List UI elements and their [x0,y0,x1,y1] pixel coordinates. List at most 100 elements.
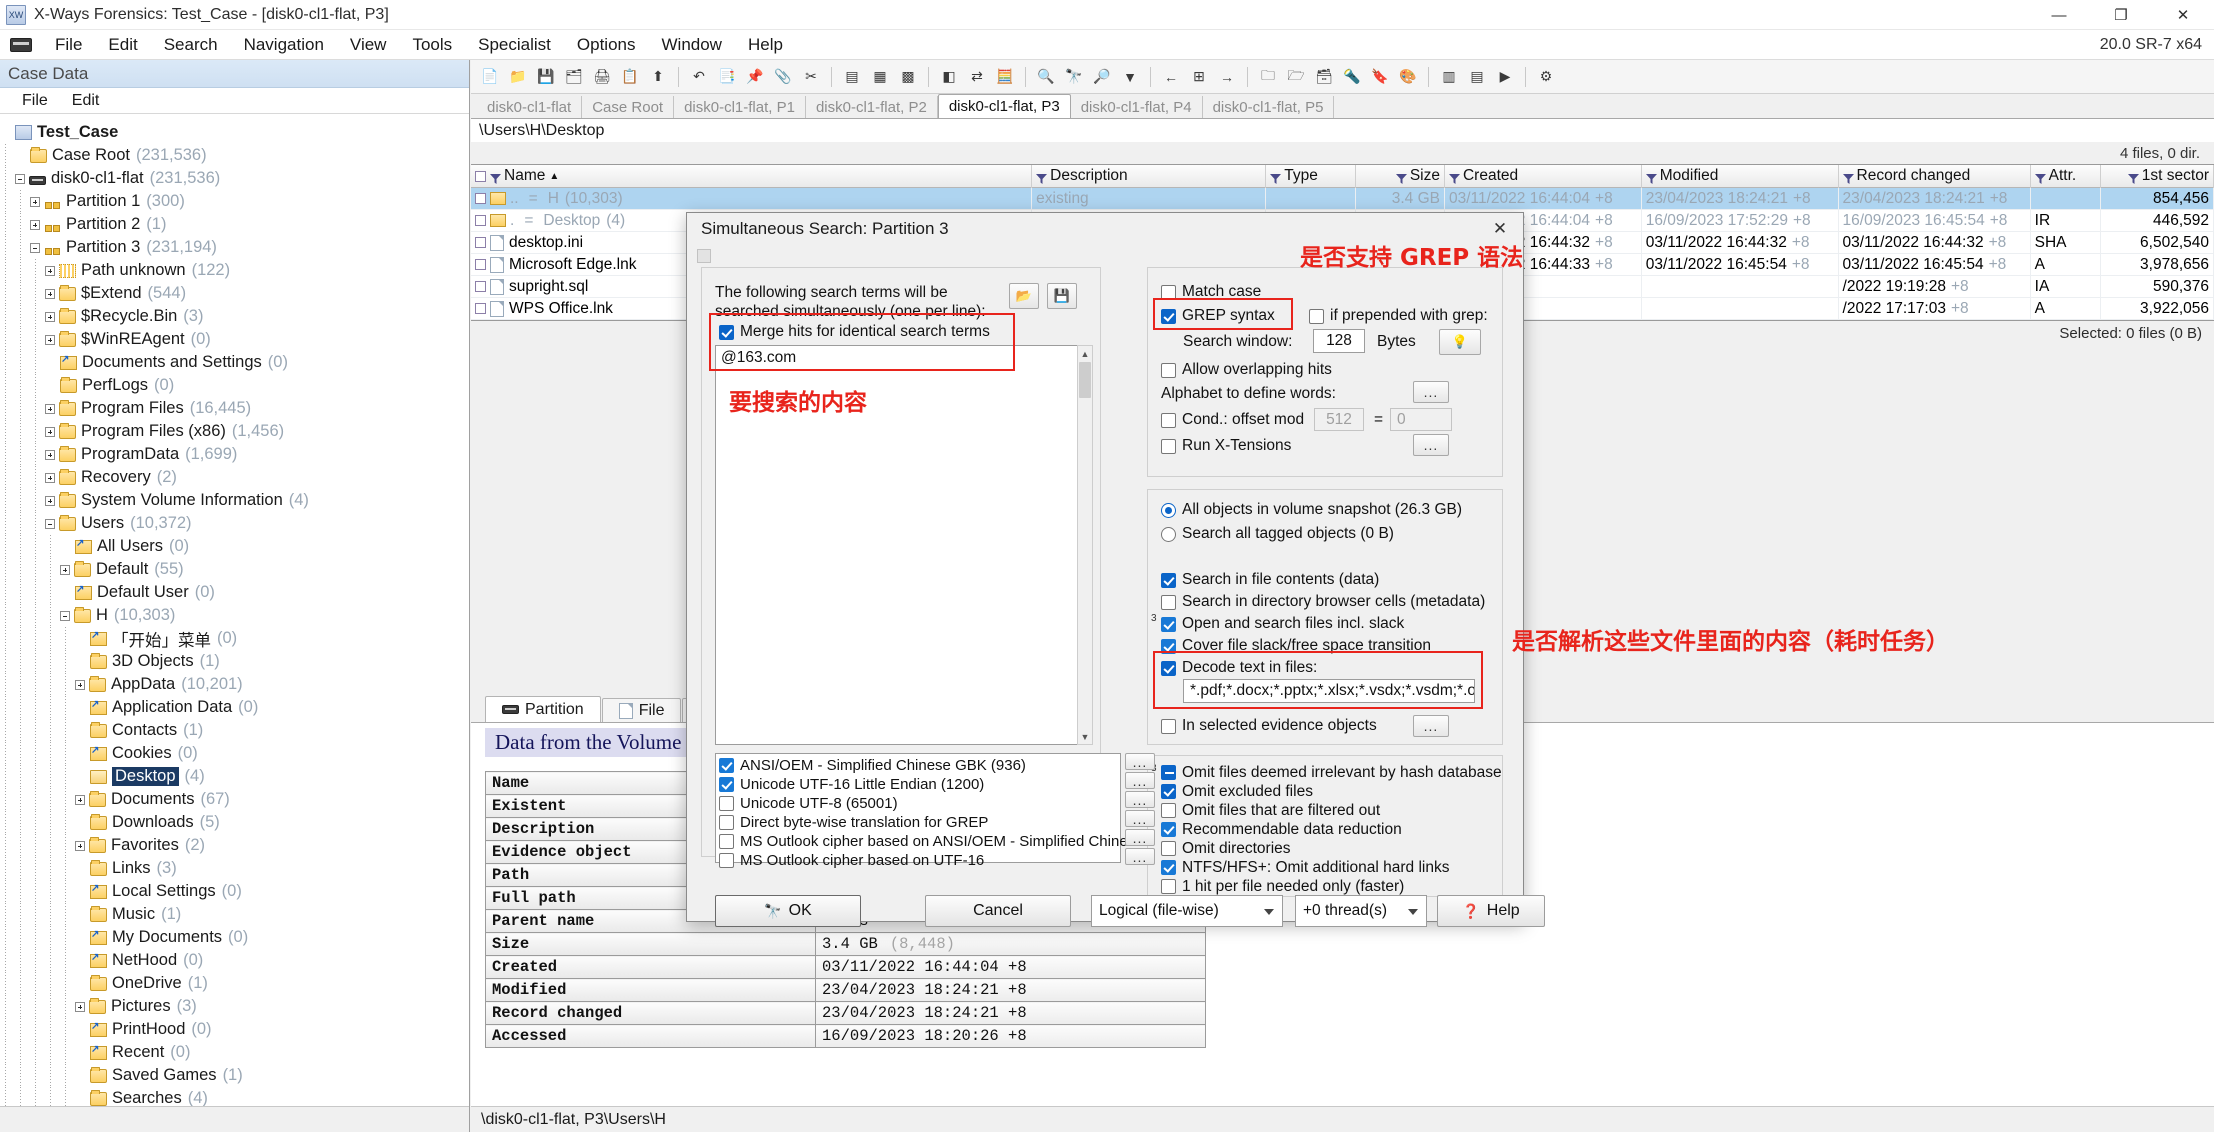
tree-expand-icon[interactable] [75,679,85,690]
evidence-tabs[interactable]: disk0-cl1-flat Case Root disk0-cl1-flat, P… [471,94,2214,118]
menu-item-navigation[interactable]: Navigation [231,32,337,58]
back-icon[interactable]: ← [1158,64,1184,90]
scrollbar-thumb[interactable] [1079,362,1091,398]
tree-expand-icon[interactable] [45,495,55,506]
tree-item-test-case[interactable]: Test_Case [0,121,469,144]
new-file-icon[interactable]: 📄 [477,64,503,90]
tree-item-desktop[interactable]: Desktop (4) [0,765,469,788]
tree-item-3d-objects[interactable]: 3D Objects (1) [0,650,469,673]
tree-item-my-documents[interactable]: My Documents (0) [0,926,469,949]
menu-item-help[interactable]: Help [735,32,796,58]
evidence-tab-disk0-cl1-flat-p2[interactable]: disk0-cl1-flat, P2 [805,96,938,118]
codepage-ms-outlook-utf16-checkbox[interactable]: MS Outlook cipher based on UTF-16 [719,851,1120,870]
tab-file[interactable]: File [601,698,682,722]
in-selected-evidence-checkbox[interactable]: In selected evidence objects [1161,717,1377,735]
grid-icon[interactable]: ▥ [1436,64,1462,90]
row-checkbox[interactable] [475,215,486,226]
row-checkbox[interactable] [475,193,486,204]
tree-expand-icon[interactable] [45,449,55,460]
tree-item-default[interactable]: Default (55) [0,558,469,581]
merge-hits-checkbox[interactable]: Merge hits for identical search terms [719,323,990,341]
column-header-record-changed[interactable]: Record changed [1839,164,2031,188]
tree-item-program-files-x86[interactable]: Program Files (x86) (1,456) [0,420,469,443]
tree-item-perflogs[interactable]: PerfLogs (0) [0,374,469,397]
tree-item-saved-games[interactable]: Saved Games (1) [0,1064,469,1087]
menu-item-tools[interactable]: Tools [399,32,465,58]
column-header-type[interactable]: Type [1266,164,1356,188]
columns-icon[interactable]: ▤ [1464,64,1490,90]
tree-item-recent[interactable]: Recent (0) [0,1041,469,1064]
grep-syntax-checkbox[interactable]: GREP syntax [1161,307,1275,325]
tree-collapse-icon[interactable] [60,610,70,621]
tree-item-pictures[interactable]: Pictures (3) [0,995,469,1018]
tree-item-extend[interactable]: $Extend (544) [0,282,469,305]
tree-item-program-files[interactable]: Program Files (16,445) [0,397,469,420]
scroll-up-icon[interactable]: ▲ [1078,346,1092,361]
cut-icon[interactable]: ✂ [798,64,824,90]
file-table-header[interactable]: Name ▲ Description Type Size Created Modified R… [471,164,2214,188]
cond-mod-input[interactable]: 512 [1314,408,1364,431]
position-icon[interactable]: ⊞ [1186,64,1212,90]
alphabet-button[interactable]: ... [1413,381,1449,403]
tree-expand-icon[interactable] [45,311,55,322]
print-icon[interactable]: 🖨 [589,64,615,90]
maximize-button[interactable]: ❐ [2090,0,2152,30]
search-in-file-contents-checkbox[interactable]: Search in file contents (data) [1161,569,1485,591]
filter-icon[interactable] [490,171,501,184]
cond-value-input[interactable]: 0 [1390,408,1452,431]
tree-item-onedrive[interactable]: OneDrive (1) [0,972,469,995]
tree-collapse-icon[interactable] [45,518,55,529]
column-header-1st-sector[interactable]: 1st sector [2101,164,2214,188]
folder-a-icon[interactable]: 🗀 [1255,64,1281,90]
tree-item-partition-3[interactable]: Partition 3 (231,194) [0,236,469,259]
filter-icon[interactable] [2127,171,2139,184]
xtensions-button[interactable]: ... [1413,434,1449,456]
codepages-list[interactable]: ANSI/OEM - Simplified Chinese GBK (936) U… [716,754,1128,870]
bookmark-icon[interactable]: 🔖 [1367,64,1393,90]
menu-item-options[interactable]: Options [564,32,649,58]
sync-icon[interactable]: ⇄ [964,64,990,90]
codepage-utf8-checkbox[interactable]: Unicode UTF-8 (65001) [719,794,1120,813]
export-icon[interactable]: 🗂 [561,64,587,90]
search-in-directory-browser-cells-checkbox[interactable]: Search in directory browser cells (metad… [1161,591,1485,613]
tree-item-printhood[interactable]: PrintHood (0) [0,1018,469,1041]
tree-collapse-icon[interactable] [15,173,25,184]
codepage-ansi-oem-gbk-button[interactable]: ... [1125,753,1155,770]
save-terms-file-icon[interactable]: 💾 [1047,283,1077,309]
ok-button[interactable]: 🔭 OK [715,895,861,927]
recommendable-data-reduction-checkbox[interactable]: Recommendable data reduction [1161,820,1502,839]
column-header-name[interactable]: Name ▲ [471,164,1033,188]
codepage-utf16-le-button[interactable]: ... [1125,772,1155,789]
row-checkbox[interactable] [475,281,486,292]
search-all-tagged-radio[interactable]: Search all tagged objects (0 B) [1161,525,1394,543]
omit-files-filtered-out-checkbox[interactable]: Omit files that are filtered out [1161,801,1502,820]
search-terms-scrollbar[interactable]: ▲ ▼ [1077,345,1093,745]
tree-expand-icon[interactable] [45,403,55,414]
undo-icon[interactable]: ↶ [686,64,712,90]
match-case-checkbox[interactable]: Match case [1161,283,1261,301]
tree-item-partition-1[interactable]: Partition 1 (300) [0,190,469,213]
filter-icon[interactable] [1448,171,1460,184]
filter-icon[interactable] [1036,171,1048,184]
search-mode-select[interactable]: Logical (file-wise) [1091,895,1283,927]
tree-item-music[interactable]: Music (1) [0,903,469,926]
if-prepended-with-grep-checkbox[interactable]: if prepended with grep: [1309,307,1488,325]
tree-item-all-users[interactable]: All Users (0) [0,535,469,558]
row-checkbox[interactable] [475,237,486,248]
hex-view-icon[interactable]: ▤ [839,64,865,90]
open-and-search-files-incl-slack-checkbox[interactable]: 3 Open and search files incl. slack [1151,613,1485,635]
evidence-tab-disk0-cl1-flat-p4[interactable]: disk0-cl1-flat, P4 [1070,96,1203,118]
evidence-tab-case-root[interactable]: Case Root [582,96,675,118]
tree-item-downloads[interactable]: Downloads (5) [0,811,469,834]
tree-item-[interactable]: 「开始」菜单 (0) [0,627,469,650]
tree-item-case-root[interactable]: Case Root (231,536) [0,144,469,167]
ntfs-hfs-omit-additional-hard-links-checkbox[interactable]: NTFS/HFS+: Omit additional hard links [1161,858,1502,877]
menu-item-window[interactable]: Window [649,32,735,58]
tree-item-contacts[interactable]: Contacts (1) [0,719,469,742]
open-folder-icon[interactable]: 📁 [505,64,531,90]
tree-item-disk0-cl1-flat[interactable]: disk0-cl1-flat (231,536) [0,167,469,190]
evidence-tab-disk0-cl1-flat-p1[interactable]: disk0-cl1-flat, P1 [674,96,806,118]
tree-item-programdata[interactable]: ProgramData (1,699) [0,443,469,466]
palette-icon[interactable]: 🎨 [1395,64,1421,90]
gallery-icon[interactable]: ▩ [895,64,921,90]
